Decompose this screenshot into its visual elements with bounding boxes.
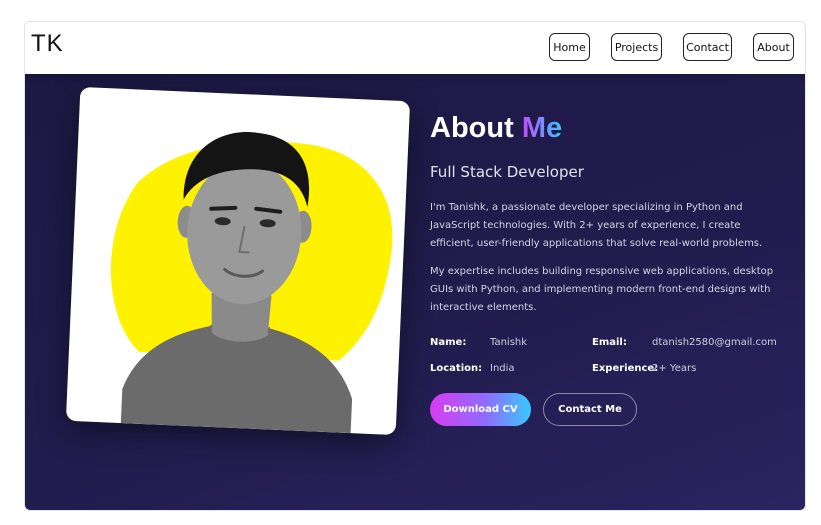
contact-me-button[interactable]: Contact Me (543, 393, 637, 426)
nav-about-button[interactable]: About (753, 33, 794, 61)
nav-projects-button[interactable]: Projects (611, 33, 662, 61)
title-main: About (430, 112, 514, 144)
download-cv-button[interactable]: Download CV (430, 393, 531, 426)
nav-contact-button[interactable]: Contact (683, 33, 732, 61)
intro-paragraph: I'm Tanishk, a passionate developer spec… (430, 202, 763, 249)
email-label: Email: (592, 337, 627, 348)
browser-frame: TK Home Projects Contact About About Me … (24, 21, 806, 511)
about-section: About Me Full Stack Developer I'm Tanish… (25, 74, 805, 510)
location-value: India (490, 363, 515, 374)
name-value: Tanishk (490, 337, 528, 348)
page-title: About Me (430, 112, 562, 145)
location-label: Location: (430, 363, 483, 374)
email-value: dtanish2580@gmail.com (652, 337, 777, 348)
expertise-paragraph: My expertise includes building responsiv… (430, 266, 774, 313)
profile-photo-card (65, 86, 411, 436)
role-subtitle: Full Stack Developer (430, 163, 584, 181)
site-header: TK Home Projects Contact About (25, 22, 805, 74)
profile-photo (110, 132, 393, 434)
nav-home-button[interactable]: Home (549, 33, 590, 61)
name-label: Name: (430, 337, 467, 348)
experience-label: Experience: (592, 363, 659, 374)
title-accent: Me (521, 112, 563, 144)
experience-value: 2+ Years (652, 363, 697, 374)
site-logo[interactable]: TK (31, 30, 64, 58)
